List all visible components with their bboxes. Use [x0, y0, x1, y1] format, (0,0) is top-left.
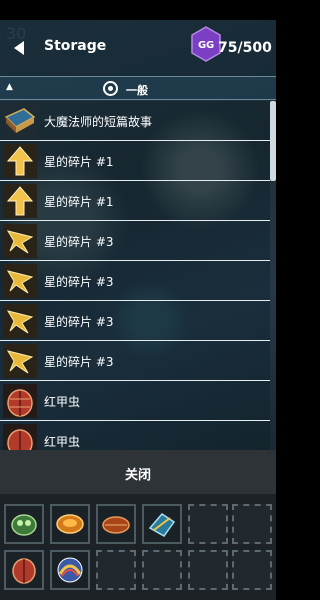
list-item[interactable]: 红甲虫 — [0, 421, 270, 450]
inventory-slot-empty[interactable] — [188, 550, 228, 590]
inventory-slot[interactable] — [96, 504, 136, 544]
storage-count: 75/500 — [218, 40, 272, 56]
item-name: 星的碎片 #3 — [44, 235, 114, 249]
red-beetle-icon — [12, 558, 36, 584]
list-item[interactable]: 星的碎片 #1 — [0, 141, 270, 181]
list-item[interactable]: 大魔法师的短篇故事 — [0, 101, 270, 141]
star-shard-icon — [3, 304, 37, 338]
item-name: 红甲虫 — [44, 435, 81, 449]
item-name: 星的碎片 #3 — [44, 275, 114, 289]
back-arrow-icon[interactable] — [12, 39, 26, 57]
close-button-label: 关闭 — [124, 468, 151, 483]
star-shard-icon — [3, 224, 37, 258]
inventory-slot-empty[interactable] — [232, 550, 272, 590]
red-beetle-icon — [3, 384, 37, 418]
inventory-slot-empty[interactable] — [188, 504, 228, 544]
close-button[interactable]: 关闭 — [0, 450, 276, 494]
item-name: 星的碎片 #3 — [44, 355, 114, 369]
star-shard-icon — [3, 184, 37, 218]
list-item[interactable]: 星的碎片 #3 — [0, 341, 270, 381]
book-icon — [3, 104, 37, 138]
rainbow-orb-icon — [57, 557, 83, 583]
star-shard-icon — [3, 344, 37, 378]
inventory-slot[interactable] — [50, 504, 90, 544]
svg-text:G: G — [198, 40, 206, 51]
star-shard-icon — [3, 264, 37, 298]
item-name: 星的碎片 #1 — [44, 195, 114, 209]
page-title: Storage — [44, 38, 107, 54]
item-name: 星的碎片 #1 — [44, 155, 114, 169]
item-name: 星的碎片 #3 — [44, 315, 114, 329]
inventory-panel — [0, 494, 276, 600]
inventory-slot-empty[interactable] — [142, 550, 182, 590]
category-header-general[interactable]: ▲ 一般 — [0, 76, 276, 100]
orange-disc-icon — [102, 516, 130, 534]
item-name: 大魔法师的短篇故事 — [44, 115, 153, 129]
list-item[interactable]: 星的碎片 #3 — [0, 261, 270, 301]
inventory-slot-empty[interactable] — [96, 550, 136, 590]
target-icon — [103, 81, 118, 96]
collapse-arrow-icon[interactable]: ▲ — [6, 82, 13, 92]
red-beetle-icon — [3, 424, 37, 450]
inventory-slot[interactable] — [4, 550, 44, 590]
inventory-slot[interactable] — [142, 504, 182, 544]
item-name: 红甲虫 — [44, 395, 81, 409]
list-scrollbar[interactable] — [270, 101, 276, 181]
category-label: 一般 — [126, 84, 148, 97]
list-item[interactable]: 星的碎片 #3 — [0, 301, 270, 341]
status-bar — [0, 0, 276, 20]
star-shard-icon — [3, 144, 37, 178]
item-list[interactable]: 大魔法师的短篇故事 星的碎片 #1 星的碎片 #1 星的碎片 #3 星的碎片 #… — [0, 101, 270, 450]
svg-text:G: G — [206, 40, 214, 51]
inventory-slot[interactable] — [50, 550, 90, 590]
inventory-slot[interactable] — [4, 504, 44, 544]
list-item[interactable]: 红甲虫 — [0, 381, 270, 421]
list-item[interactable]: 星的碎片 #1 — [0, 181, 270, 221]
green-gem-icon — [11, 514, 37, 536]
list-item[interactable]: 星的碎片 #3 — [0, 221, 270, 261]
storage-header: Storage G G 75/500 — [0, 20, 276, 76]
inventory-slot-empty[interactable] — [232, 504, 272, 544]
orange-orb-icon — [56, 514, 84, 534]
blue-shell-icon — [148, 513, 176, 537]
